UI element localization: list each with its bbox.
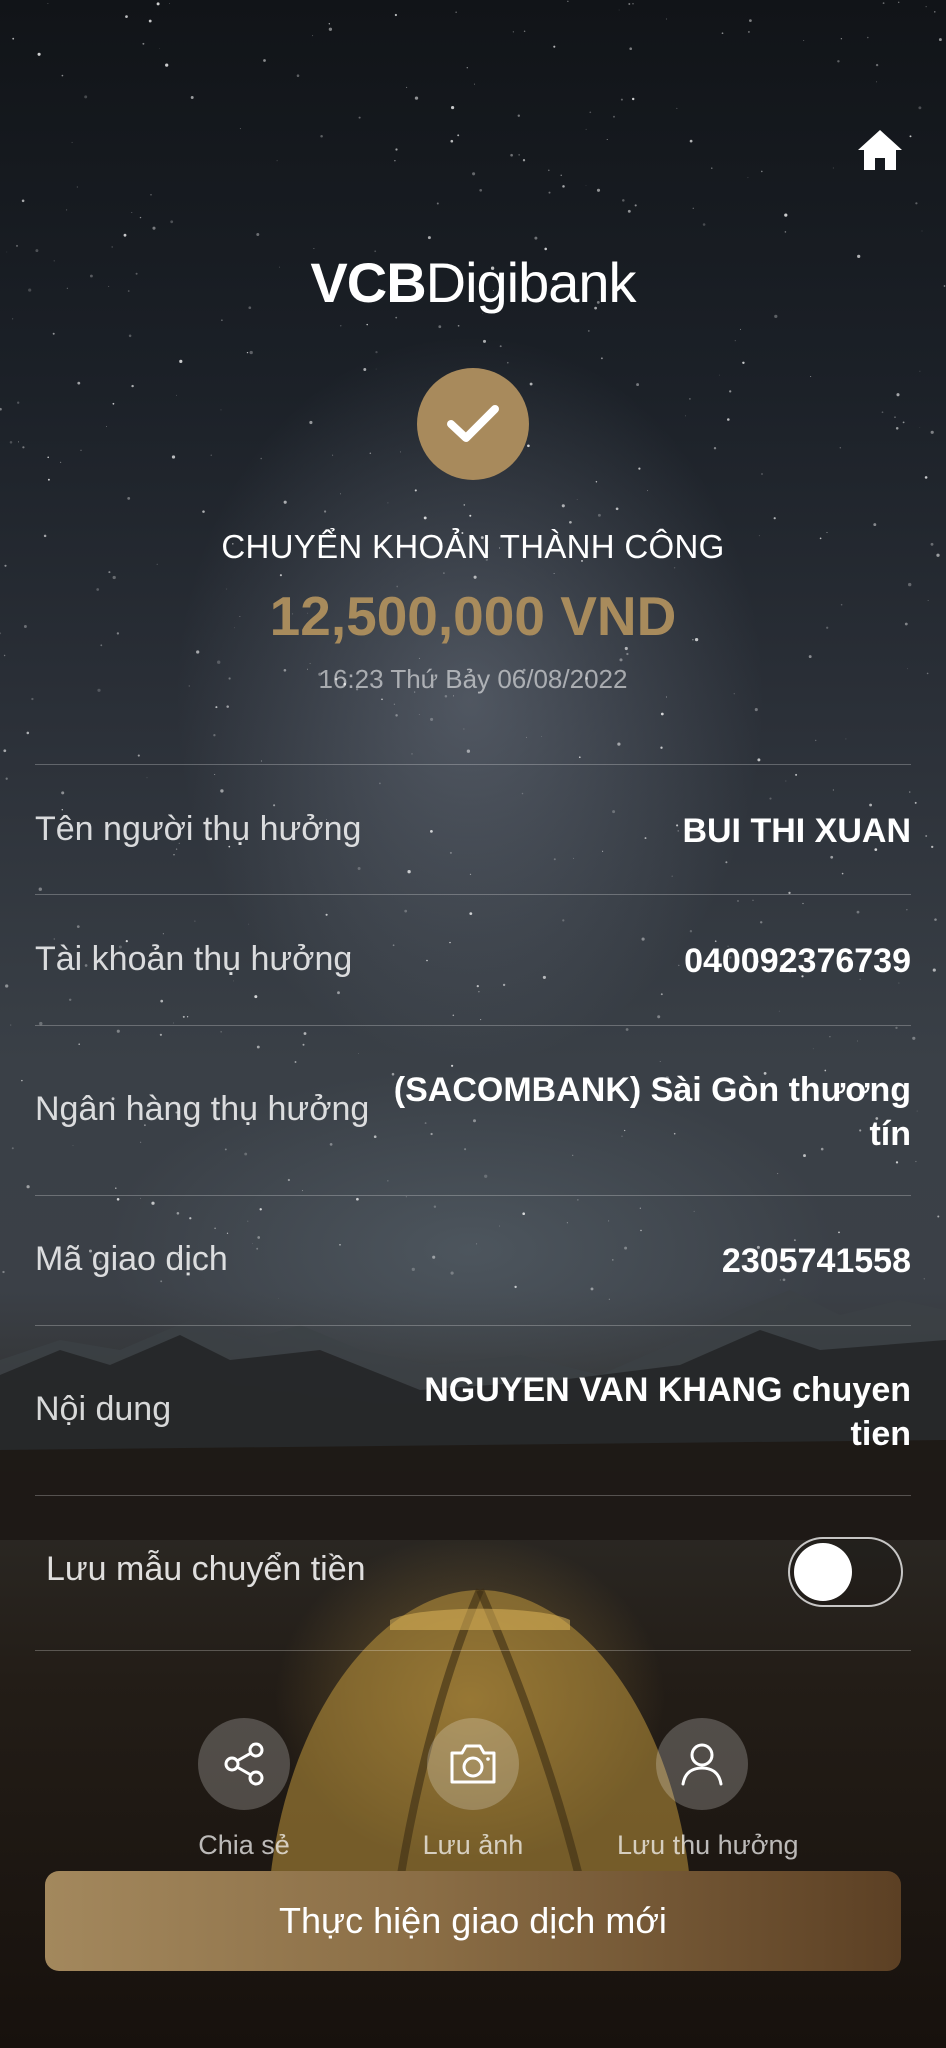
beneficiary-account-value: 040092376739: [684, 942, 911, 980]
save-image-button-label: Lưu ảnh: [422, 1830, 524, 1860]
save-beneficiary-button-label: Lưu thu hưởng: [617, 1830, 799, 1860]
save-beneficiary-button[interactable]: Lưu thu hưởng: [617, 1718, 799, 1861]
transaction-code-label: Mã giao dịch: [35, 1240, 228, 1278]
save-beneficiary-button-circle: [656, 1718, 748, 1810]
toggle-knob: [794, 1543, 852, 1601]
divider: [35, 764, 911, 765]
checkmark-icon: [447, 405, 499, 442]
divider: [35, 1650, 911, 1651]
save-template-label: Lưu mẫu chuyển tiền: [46, 1550, 366, 1588]
home-icon: [858, 130, 902, 170]
beneficiary-account-label: Tài khoản thụ hưởng: [35, 940, 353, 978]
save-template-toggle[interactable]: [788, 1537, 903, 1607]
divider: [35, 1025, 911, 1026]
transfer-amount: 12,500,000 VND: [269, 585, 677, 647]
divider: [35, 1195, 911, 1196]
share-icon: [224, 1742, 264, 1786]
content-label: Nội dung: [35, 1390, 172, 1428]
transfer-datetime: 16:23 Thứ Bảy 06/08/2022: [318, 664, 628, 694]
user-icon: [681, 1743, 723, 1786]
divider: [35, 1495, 911, 1496]
new-transaction-button[interactable]: Thực hiện giao dịch mới: [45, 1871, 901, 1971]
beneficiary-name-label: Tên người thụ hưởng: [35, 810, 362, 848]
share-button-circle: [198, 1718, 290, 1810]
content-value: NGUYEN VAN KHANG chuyen tien: [424, 1371, 911, 1453]
success-check-badge: [417, 368, 529, 480]
vcb-digibank-logo: VCBDigibank: [0, 250, 946, 315]
transaction-code-value: 2305741558: [721, 1242, 911, 1280]
divider: [35, 1325, 911, 1326]
camera-icon: [450, 1744, 496, 1784]
transfer-status-title: CHUYỂN KHOẢN THÀNH CÔNG: [221, 528, 725, 565]
divider: [35, 894, 911, 895]
logo-part-vcb: VCB: [310, 251, 426, 314]
beneficiary-bank-value: (SACOMBANK) Sài Gòn thương tín: [393, 1071, 911, 1153]
home-button[interactable]: [854, 124, 906, 176]
share-button[interactable]: Chia sẻ: [159, 1718, 329, 1861]
beneficiary-bank-label: Ngân hàng thụ hưởng: [35, 1090, 370, 1128]
save-image-button[interactable]: Lưu ảnh: [388, 1718, 558, 1861]
logo-part-digibank: Digibank: [425, 251, 637, 314]
save-image-button-circle: [427, 1718, 519, 1810]
beneficiary-name-value: BUI THI XUAN: [682, 812, 911, 850]
share-button-label: Chia sẻ: [198, 1830, 290, 1860]
